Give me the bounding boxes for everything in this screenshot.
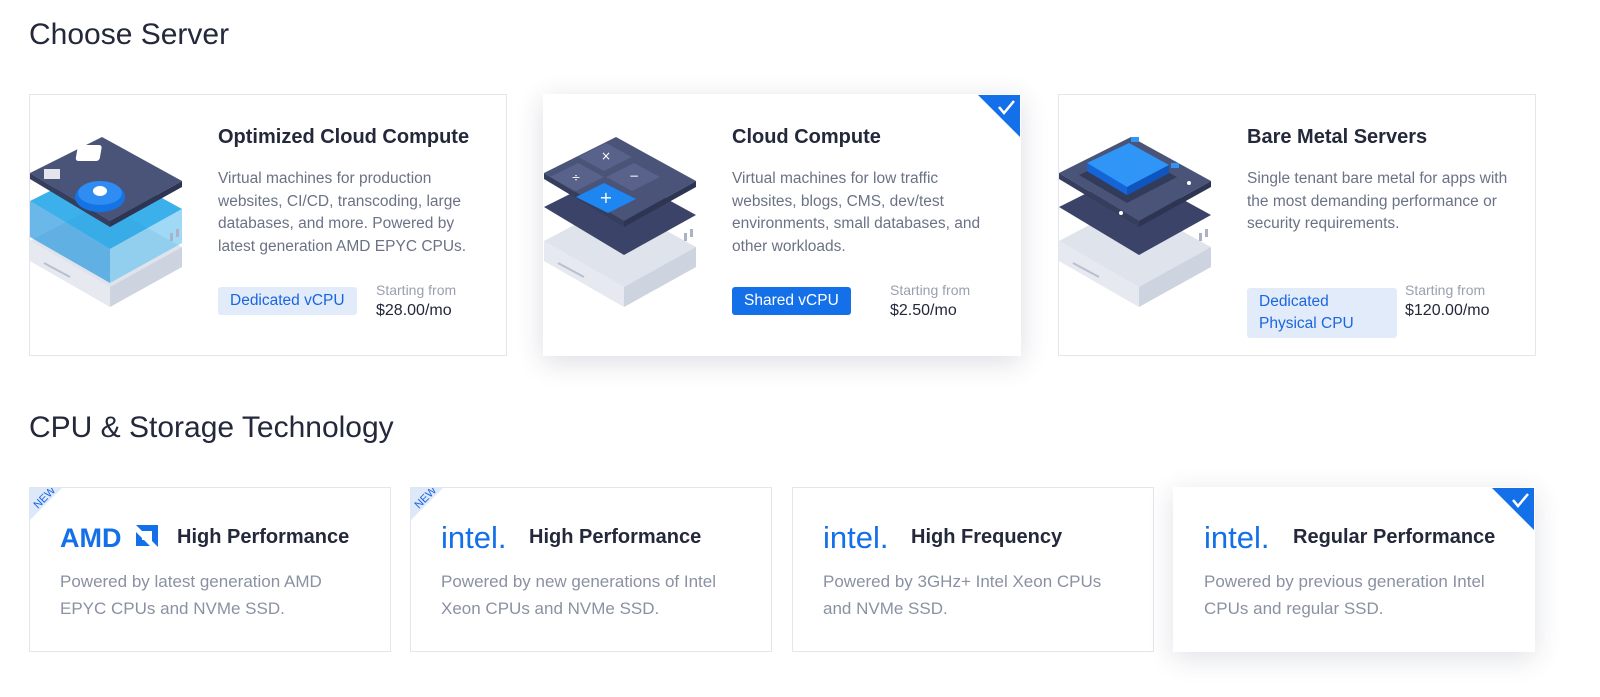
server-card-optimized-cloud-compute[interactable]: Optimized Cloud Compute Virtual machines… xyxy=(29,94,507,356)
cpu-title: High Frequency xyxy=(911,526,1063,548)
intel-logo-text: intel. xyxy=(823,521,888,553)
cpu-description: Powered by new generations of Intel Xeon… xyxy=(441,572,717,618)
server-description: Virtual machines for low traffic website… xyxy=(732,170,981,255)
server-title: Cloud Compute xyxy=(732,126,881,148)
price: $28.00/mo xyxy=(376,302,452,319)
cpu-card-intel-high-frequency[interactable]: intel. High Frequency Powered by 3GHz+ I… xyxy=(792,487,1154,652)
amd-logo-text: AMD xyxy=(60,523,122,549)
intel-logo: intel. xyxy=(823,521,888,553)
price: $120.00/mo xyxy=(1405,302,1490,319)
svg-text:×: × xyxy=(601,149,611,163)
cpu-title: High Performance xyxy=(177,526,350,548)
cpu-card-intel-high-performance[interactable]: NEW intel. High Performance Powered by n… xyxy=(410,487,772,652)
cpu-description: Powered by previous generation Intel CPU… xyxy=(1204,572,1485,618)
price: $2.50/mo xyxy=(890,302,957,319)
optimized-compute-illustration xyxy=(30,137,182,307)
intel-logo-text: intel. xyxy=(441,521,506,553)
cpu-type-badge: Dedicated vCPU xyxy=(218,287,357,315)
amd-logo: AMD xyxy=(60,523,158,549)
price-label: Starting from xyxy=(890,282,971,298)
price-label: Starting from xyxy=(1405,282,1486,298)
cpu-type-badge: Shared vCPU xyxy=(732,287,851,315)
choose-server-heading: Choose Server xyxy=(29,18,230,51)
server-card-cloud-compute[interactable]: × ÷ − + Cloud Compute Virtual machines f… xyxy=(543,94,1021,356)
server-card-bare-metal[interactable]: Bare Metal Servers Single tenant bare me… xyxy=(1058,94,1536,356)
intel-logo: intel. xyxy=(441,521,506,553)
selected-check-icon xyxy=(1492,488,1534,530)
svg-text:−: − xyxy=(629,169,639,183)
svg-text:÷: ÷ xyxy=(571,171,580,184)
server-description: Single tenant bare metal for apps with t… xyxy=(1247,170,1508,232)
svg-text:+: + xyxy=(599,188,612,207)
cpu-storage-heading: CPU & Storage Technology xyxy=(29,411,394,444)
cloud-compute-illustration: × ÷ − + xyxy=(544,137,696,307)
bare-metal-illustration xyxy=(1059,137,1211,307)
server-title: Bare Metal Servers xyxy=(1247,126,1428,148)
cpu-card-amd-high-performance[interactable]: NEW AMD High Performance Powered by late… xyxy=(29,487,391,652)
intel-logo-text: intel. xyxy=(1204,521,1269,553)
cpu-title: Regular Performance xyxy=(1293,526,1496,548)
cpu-description: Powered by 3GHz+ Intel Xeon CPUs and NVM… xyxy=(823,572,1102,618)
cpu-card-intel-regular-performance[interactable]: intel. Regular Performance Powered by pr… xyxy=(1173,487,1535,652)
cpu-type-badge: Dedicated Physical CPU xyxy=(1247,288,1397,338)
server-description: Virtual machines for production websites… xyxy=(218,170,467,255)
intel-logo: intel. xyxy=(1204,521,1269,553)
server-title: Optimized Cloud Compute xyxy=(218,126,470,148)
cpu-title: High Performance xyxy=(529,526,702,548)
price-label: Starting from xyxy=(376,282,457,298)
cpu-description: Powered by latest generation AMD EPYC CP… xyxy=(60,572,322,618)
selected-check-icon xyxy=(978,95,1020,137)
